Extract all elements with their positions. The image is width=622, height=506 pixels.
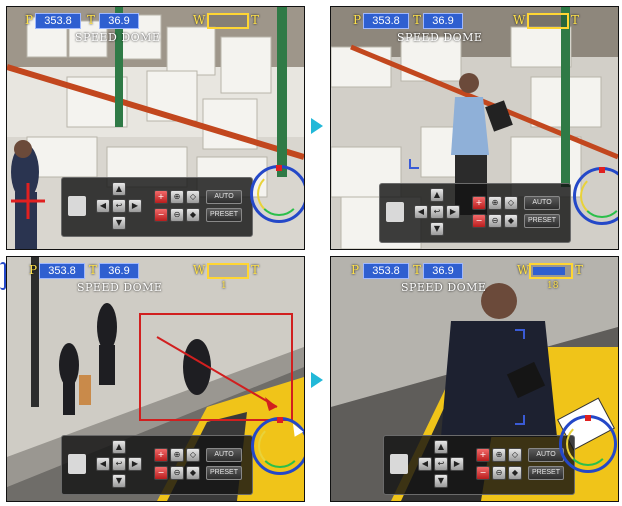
ptz-control-panel: ▲ ◀ ↩ ▶ ▼ + − ⊕ ⊖ ◇ ◆ AUTO PRESET <box>61 177 253 237</box>
preset-button[interactable]: PRESET <box>524 214 560 228</box>
auto-button[interactable]: AUTO <box>528 448 564 462</box>
iris-close-button[interactable]: ◆ <box>504 214 518 228</box>
focus-near-button[interactable]: ⊕ <box>492 448 506 462</box>
zoom-in-button[interactable]: + <box>476 448 490 462</box>
camera-view-top-right[interactable]: P 353.8 T 36.9 SPEED DOME W T ▲ ◀ ↩ ▶ ▼ … <box>330 6 619 250</box>
focus-corner-mark <box>409 159 419 169</box>
camera-icon <box>68 196 86 216</box>
focus-far-button[interactable]: ⊖ <box>488 214 502 228</box>
tilt-down-button[interactable]: ▼ <box>434 474 448 488</box>
pan-left-button[interactable]: ◀ <box>96 457 110 471</box>
tilt-down-button[interactable]: ▼ <box>430 222 444 236</box>
home-button[interactable]: ↩ <box>112 199 126 213</box>
tilt-down-button[interactable]: ▼ <box>112 216 126 230</box>
tilt-up-button[interactable]: ▲ <box>430 188 444 202</box>
tilt-up-button[interactable]: ▲ <box>112 440 126 454</box>
auto-button[interactable]: AUTO <box>206 448 242 462</box>
focus-near-button[interactable]: ⊕ <box>170 190 184 204</box>
pan-left-button[interactable]: ◀ <box>96 199 110 213</box>
ptz-control-panel: ▲ ◀ ↩ ▶ ▼ + − ⊕ ⊖ ◇ ◆ AUTO PRESET <box>61 435 253 495</box>
tilt-up-button[interactable]: ▲ <box>112 182 126 196</box>
tilt-down-button[interactable]: ▼ <box>112 474 126 488</box>
camera-icon <box>68 454 86 474</box>
iris-open-button[interactable]: ◇ <box>508 448 522 462</box>
flow-arrow-top-icon <box>311 118 323 134</box>
pan-left-button[interactable]: ◀ <box>418 457 432 471</box>
zoom-selection-box[interactable] <box>139 313 293 421</box>
home-button[interactable]: ↩ <box>434 457 448 471</box>
focus-far-button[interactable]: ⊖ <box>170 466 184 480</box>
auto-button[interactable]: AUTO <box>206 190 242 204</box>
iris-close-button[interactable]: ◆ <box>508 466 522 480</box>
focus-corner-mark <box>515 329 525 339</box>
zoom-out-button[interactable]: − <box>472 214 486 228</box>
flow-arrow-bottom-icon <box>311 372 323 388</box>
pan-right-button[interactable]: ▶ <box>128 199 142 213</box>
zoom-out-button[interactable]: − <box>476 466 490 480</box>
camera-view-bottom-left[interactable]: P 353.8 T 36.9 SPEED DOME W T 1 ▲ ◀ ↩ ▶ … <box>6 256 305 502</box>
pan-right-button[interactable]: ▶ <box>446 205 460 219</box>
zoom-in-button[interactable]: + <box>154 190 168 204</box>
ptz-control-panel: ▲ ◀ ↩ ▶ ▼ + − ⊕ ⊖ ◇ ◆ AUTO PRESET <box>379 183 571 243</box>
zoom-out-button[interactable]: − <box>154 466 168 480</box>
camera-icon <box>386 202 404 222</box>
iris-close-button[interactable]: ◆ <box>186 208 200 222</box>
position-dial-icon <box>559 415 617 473</box>
focus-far-button[interactable]: ⊖ <box>492 466 506 480</box>
pan-left-button[interactable]: ◀ <box>414 205 428 219</box>
focus-corner-mark <box>515 415 525 425</box>
auto-button[interactable]: AUTO <box>524 196 560 210</box>
zoom-in-button[interactable]: + <box>154 448 168 462</box>
home-button[interactable]: ↩ <box>430 205 444 219</box>
preset-button[interactable]: PRESET <box>206 208 242 222</box>
camera-icon <box>390 454 408 474</box>
pan-right-button[interactable]: ▶ <box>128 457 142 471</box>
preset-button[interactable]: PRESET <box>206 466 242 480</box>
focus-near-button[interactable]: ⊕ <box>170 448 184 462</box>
home-button[interactable]: ↩ <box>112 457 126 471</box>
ptz-control-panel: ▲ ◀ ↩ ▶ ▼ + − ⊕ ⊖ ◇ ◆ AUTO PRESET <box>383 435 575 495</box>
tilt-up-button[interactable]: ▲ <box>434 440 448 454</box>
camera-view-bottom-right[interactable]: P 353.8 T 36.9 SPEED DOME W T 18 ▲ ◀ ↩ ▶… <box>330 256 619 502</box>
iris-open-button[interactable]: ◇ <box>186 448 200 462</box>
zoom-in-button[interactable]: + <box>472 196 486 210</box>
iris-open-button[interactable]: ◇ <box>504 196 518 210</box>
focus-near-button[interactable]: ⊕ <box>488 196 502 210</box>
iris-open-button[interactable]: ◇ <box>186 190 200 204</box>
pan-right-button[interactable]: ▶ <box>450 457 464 471</box>
preset-button[interactable]: PRESET <box>528 466 564 480</box>
zoom-out-button[interactable]: − <box>154 208 168 222</box>
position-dial-icon <box>250 165 304 223</box>
focus-far-button[interactable]: ⊖ <box>170 208 184 222</box>
camera-view-top-left[interactable]: P 353.8 T 36.9 SPEED DOME W T ▲ ◀ ↩ ▶ ▼ … <box>6 6 305 250</box>
iris-close-button[interactable]: ◆ <box>186 466 200 480</box>
